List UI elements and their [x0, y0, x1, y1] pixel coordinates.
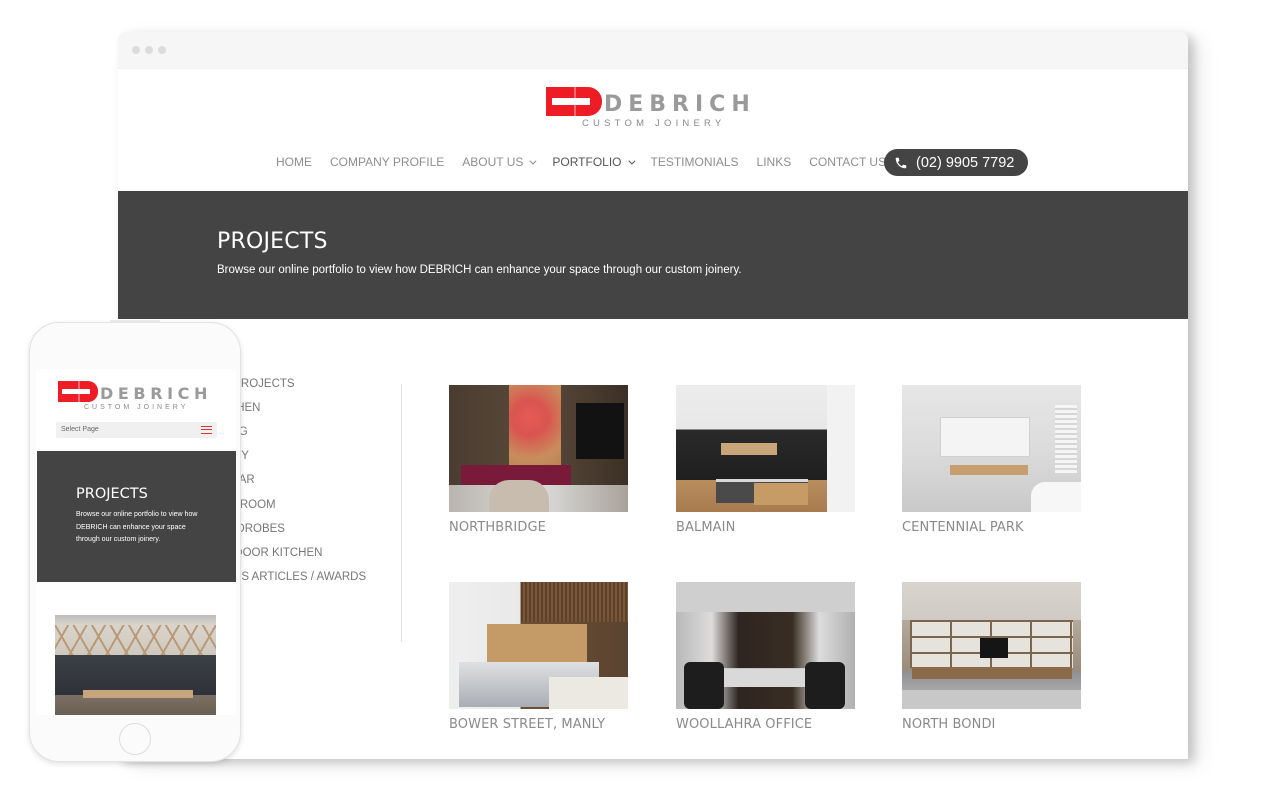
- project-card-balmain[interactable]: BALMAIN: [676, 385, 855, 535]
- project-thumbnail[interactable]: [449, 582, 628, 709]
- nav-label: COMPANY PROFILE: [330, 155, 445, 169]
- project-card-bower-street-manly[interactable]: BOWER STREET, MANLY: [449, 582, 628, 732]
- phone-side-button: [110, 320, 160, 323]
- page-hero-banner: PROJECTS Browse our online portfolio to …: [118, 191, 1188, 319]
- project-thumbnail[interactable]: [676, 385, 855, 512]
- debrich-logo[interactable]: DEBRICH CUSTOM JOINERY: [546, 87, 766, 131]
- project-card-woollahra-office[interactable]: WOOLLAHRA OFFICE: [676, 582, 855, 732]
- mobile-page-title: PROJECTS: [76, 486, 148, 502]
- browser-title-bar: [118, 32, 1188, 69]
- project-thumbnail[interactable]: [676, 582, 855, 709]
- mobile-hero-banner: PROJECTS Browse our online portfolio to …: [37, 451, 236, 582]
- desktop-browser-mockup: DEBRICH CUSTOM JOINERY HOME COMPANY PROF…: [118, 32, 1188, 759]
- project-title[interactable]: CENTENNIAL PARK: [902, 520, 1081, 535]
- logo-wordmark: DEBRICH: [100, 384, 213, 403]
- window-dot-icon: [158, 46, 166, 54]
- project-card-northbridge[interactable]: NORTHBRIDGE: [449, 385, 628, 535]
- chevron-down-icon: [627, 157, 635, 165]
- project-title[interactable]: NORTHBRIDGE: [449, 520, 628, 535]
- nav-label: ABOUT US: [462, 155, 524, 169]
- project-thumbnail[interactable]: [902, 385, 1081, 512]
- nav-item-company-profile[interactable]: COMPANY PROFILE: [330, 155, 444, 169]
- project-thumbnail[interactable]: [902, 582, 1081, 709]
- logo-wordmark: DEBRICH: [604, 92, 756, 117]
- project-title[interactable]: BOWER STREET, MANLY: [449, 717, 628, 732]
- logo-tagline: CUSTOM JOINERY: [582, 118, 726, 129]
- page-subtitle: Browse our online portfolio to view how …: [217, 264, 742, 276]
- chevron-down-icon: [529, 157, 537, 165]
- page-title: PROJECTS: [217, 229, 328, 254]
- nav-label: LINKS: [756, 155, 792, 169]
- select-page-label: Select Page: [61, 426, 99, 433]
- phone-home-button: [119, 723, 151, 755]
- sidebar-divider: [401, 384, 402, 642]
- nav-item-links[interactable]: LINKS: [757, 155, 792, 169]
- mobile-screen: DEBRICH CUSTOM JOINERY Select Page PROJE…: [36, 369, 236, 715]
- hamburger-icon[interactable]: [201, 426, 212, 434]
- mobile-debrich-logo[interactable]: DEBRICH CUSTOM JOINERY: [58, 381, 218, 415]
- project-card-centennial-park[interactable]: CENTENNIAL PARK: [902, 385, 1081, 535]
- logo-d-mark-icon: [58, 381, 98, 402]
- nav-label: TESTIMONIALS: [650, 155, 739, 169]
- mobile-page-subtitle: Browse our online portfolio to view how …: [76, 511, 198, 543]
- project-title[interactable]: NORTH BONDI: [902, 717, 1081, 732]
- phone-number: (02) 9905 7792: [916, 154, 1015, 171]
- nav-item-contact-us[interactable]: CONTACT US: [809, 155, 886, 169]
- phone-call-button[interactable]: (02) 9905 7792: [884, 149, 1028, 176]
- nav-label: PORTFOLIO: [552, 155, 622, 169]
- nav-item-home[interactable]: HOME: [276, 155, 312, 169]
- nav-item-portfolio[interactable]: PORTFOLIO: [552, 155, 635, 169]
- project-title[interactable]: BALMAIN: [676, 520, 855, 535]
- nav-label: HOME: [276, 155, 312, 169]
- project-card-north-bondi[interactable]: NORTH BONDI: [902, 582, 1081, 732]
- window-dot-icon: [145, 46, 153, 54]
- project-thumbnail[interactable]: [449, 385, 628, 512]
- logo-d-mark-icon: [546, 87, 602, 116]
- nav-label: CONTACT US: [809, 155, 887, 169]
- nav-item-testimonials[interactable]: TESTIMONIALS: [651, 155, 739, 169]
- mobile-project-thumbnail[interactable]: [55, 615, 216, 715]
- nav-item-about-us[interactable]: ABOUT US: [462, 155, 537, 169]
- project-title[interactable]: WOOLLAHRA OFFICE: [676, 717, 855, 732]
- logo-tagline: CUSTOM JOINERY: [84, 404, 189, 411]
- window-dot-icon: [132, 46, 140, 54]
- mobile-select-page-menu[interactable]: Select Page: [56, 422, 217, 438]
- phone-icon: [895, 157, 907, 168]
- mobile-phone-mockup: DEBRICH CUSTOM JOINERY Select Page PROJE…: [29, 320, 241, 762]
